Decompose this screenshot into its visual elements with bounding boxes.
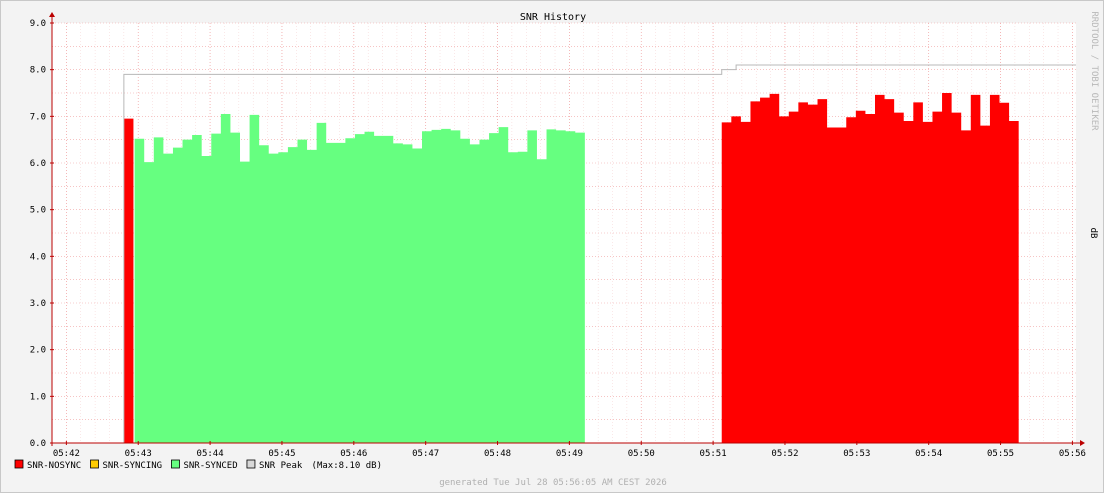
x-tick-label: 05:54	[915, 449, 942, 459]
legend-swatch	[246, 459, 256, 469]
x-tick-label: 05:44	[197, 449, 224, 459]
y-tick-label: 9.0	[30, 19, 46, 29]
y-tick-label: 7.0	[30, 112, 46, 122]
y-axis-label: dB	[1088, 228, 1098, 239]
x-tick-label: 05:53	[843, 449, 870, 459]
chart-frame: 0.0 1.0 2.0 3.0 4.0 5.0 6.0 7.0 8.0 9.0 05:42 05:43…	[0, 0, 1104, 493]
x-tick-label: 05:45	[268, 449, 295, 459]
y-tick-label: 8.0	[30, 66, 46, 76]
legend-swatch	[14, 459, 24, 469]
y-tick-label: 0.0	[30, 439, 46, 449]
footer-generated: generated Tue Jul 28 05:56:05 AM CEST 20…	[439, 478, 667, 488]
y-tick-label: 4.0	[30, 252, 46, 262]
x-tick-label: 05:48	[484, 449, 511, 459]
legend-label: SNR-NOSYNC	[27, 461, 81, 471]
legend-swatch	[90, 459, 99, 469]
legend-swatch	[171, 459, 180, 469]
x-axis-arrow	[1080, 440, 1085, 446]
legend-label: SNR-SYNCED	[183, 461, 237, 471]
x-tick-label: 05:42	[53, 449, 80, 459]
x-tick-label: 05:46	[340, 449, 367, 459]
y-tick-label: 5.0	[30, 206, 46, 216]
y-tick-label: 2.0	[30, 346, 46, 356]
x-tick-label: 05:51	[700, 449, 727, 459]
y-tick-label: 6.0	[30, 159, 46, 169]
area-snr-nosync	[123, 118, 134, 444]
area-layer	[123, 93, 1019, 444]
x-tick-label: 05:49	[556, 449, 583, 459]
x-tick-label: 05:47	[412, 449, 439, 459]
area-snr-nosync	[721, 93, 1019, 443]
y-tick-label: 1.0	[30, 392, 46, 402]
y-tick-label: 3.0	[30, 299, 46, 309]
snr-history-chart: 0.0 1.0 2.0 3.0 4.0 5.0 6.0 7.0 8.0 9.0 05:42 05:43…	[14, 11, 1099, 488]
y-axis-arrow	[49, 12, 55, 17]
legend-label: SNR-SYNCING	[103, 461, 163, 471]
x-tick-label: 05:56	[1059, 449, 1086, 459]
x-tick-label: 05:55	[987, 449, 1014, 459]
chart-title: SNR History	[520, 12, 586, 23]
x-tick-label: 05:50	[628, 449, 655, 459]
x-tick-label: 05:43	[125, 449, 152, 459]
watermark: RRDTOOL / TOBI OETIKER	[1089, 11, 1099, 131]
legend-note: (Max:8.10 dB)	[312, 461, 382, 471]
legend-label: SNR Peak	[259, 461, 303, 471]
area-snr-synced	[134, 114, 585, 443]
x-tick-label: 05:52	[771, 449, 798, 459]
legend: SNR-NOSYNC SNR-SYNCING SNR-SYNCED SNR Peak (…	[14, 459, 382, 471]
